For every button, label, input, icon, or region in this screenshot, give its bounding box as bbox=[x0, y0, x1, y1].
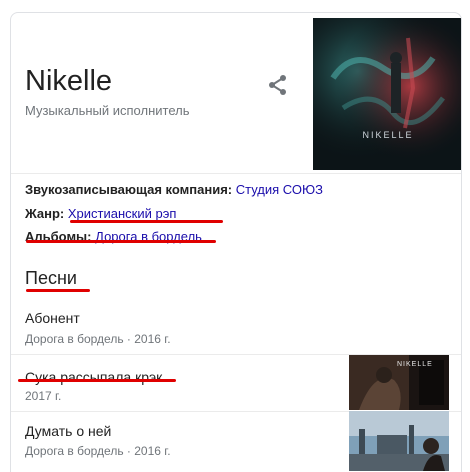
song-meta: Дорога в бордель · 2016 г. bbox=[25, 444, 171, 458]
entity-subtitle: Музыкальный исполнитель bbox=[25, 103, 190, 118]
song-meta: 2017 г. bbox=[25, 389, 62, 403]
songs-section-title: Песни bbox=[25, 268, 77, 288]
song-item[interactable]: Сука рассыпала крэк 2017 г. NIKELLE bbox=[11, 354, 461, 411]
fact-genre: Жанр: Христианский рэп bbox=[25, 206, 176, 221]
panel-header: Nikelle Музыкальный исполнитель NIKELLE bbox=[11, 13, 461, 173]
share-icon[interactable] bbox=[267, 74, 289, 96]
fact-label: Жанр: bbox=[25, 206, 65, 221]
fact-value-link[interactable]: Студия СОЮЗ bbox=[236, 182, 323, 197]
song-thumbnail[interactable] bbox=[349, 411, 449, 471]
divider bbox=[11, 173, 461, 174]
artist-image[interactable]: NIKELLE bbox=[313, 18, 461, 170]
song-item[interactable]: Абонент Дорога в бордель · 2016 г. bbox=[11, 298, 461, 353]
fact-value-link[interactable]: Христианский рэп bbox=[68, 206, 177, 221]
thumbnail-caption: NIKELLE bbox=[397, 361, 433, 368]
song-title[interactable]: Сука рассыпала крэк bbox=[25, 369, 162, 385]
annotation-underline-albums bbox=[26, 240, 216, 243]
artist-image-caption: NIKELLE bbox=[362, 130, 414, 140]
fact-label-company: Звукозаписывающая компания: Студия СОЮЗ bbox=[25, 182, 323, 197]
song-title[interactable]: Абонент bbox=[25, 310, 80, 326]
song-item[interactable]: Думать о ней Дорога в бордель · 2016 г. bbox=[11, 411, 461, 471]
annotation-underline-songs bbox=[26, 289, 90, 292]
song-meta: Дорога в бордель · 2016 г. bbox=[25, 332, 171, 346]
entity-title: Nikelle bbox=[25, 65, 113, 97]
annotation-underline-song bbox=[18, 379, 176, 382]
song-thumbnail[interactable]: NIKELLE bbox=[349, 355, 449, 410]
fact-label: Звукозаписывающая компания: bbox=[25, 182, 233, 197]
song-title[interactable]: Думать о ней bbox=[25, 423, 111, 439]
annotation-underline-genre bbox=[70, 220, 223, 223]
